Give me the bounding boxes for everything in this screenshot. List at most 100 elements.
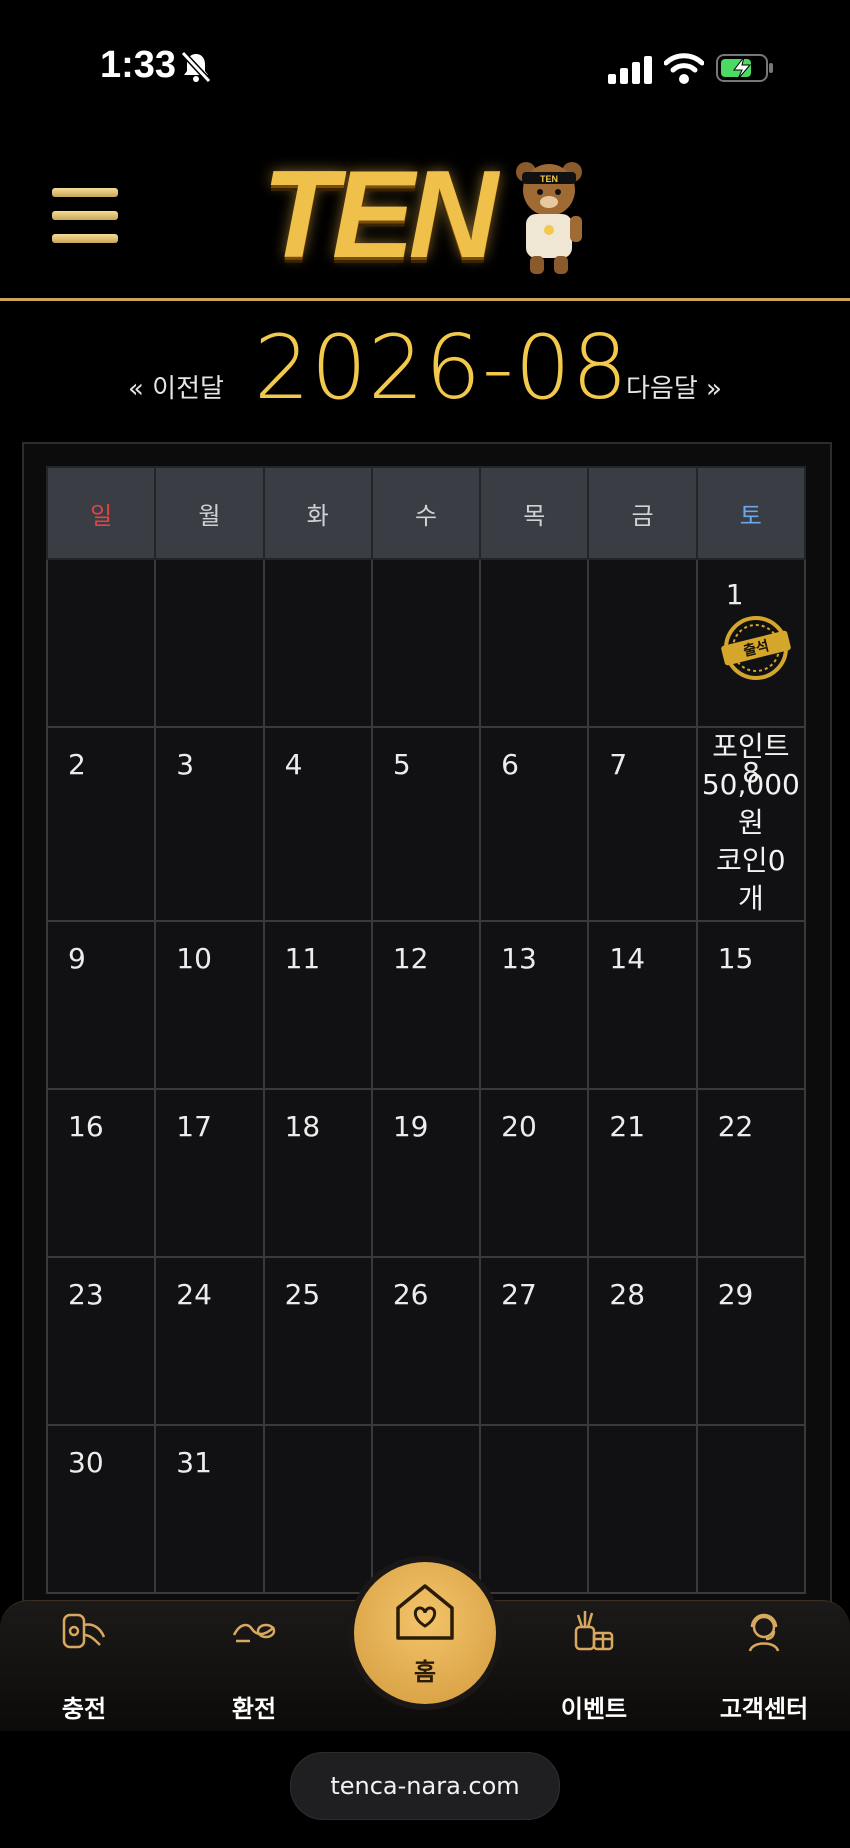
nav-home-button[interactable]: 홈 <box>354 1562 496 1704</box>
calendar-day-cell[interactable]: 23 <box>45 1256 157 1426</box>
calendar-day-cell[interactable]: 24 <box>154 1256 265 1426</box>
calendar-day-cell[interactable]: 12 <box>370 920 482 1090</box>
nav-support[interactable]: 고객센터 <box>704 1601 824 1731</box>
reward-line: 포인트 <box>712 730 790 763</box>
weekday-sun: 일 <box>45 466 157 560</box>
day-number: 12 <box>392 942 429 975</box>
day-number: 23 <box>68 1278 104 1311</box>
calendar-day-cell[interactable]: 15 <box>695 920 807 1090</box>
calendar-day-cell[interactable]: 14 <box>587 920 698 1090</box>
calendar-day-cell[interactable] <box>479 558 590 728</box>
day-number: 10 <box>176 942 212 975</box>
calendar-day-cell[interactable] <box>587 1424 698 1594</box>
day-number: 2 <box>68 748 86 781</box>
calendar-day-cell[interactable] <box>45 558 157 728</box>
weekday-mon: 월 <box>154 466 265 560</box>
calendar-day-cell[interactable] <box>587 558 698 728</box>
calendar-grid: 일 월 화 수 목 금 토 1 출석 2 3 4 5 6 7 8 포인트 50,… <box>45 466 807 1594</box>
calendar-day-cell[interactable]: 7 <box>587 726 698 922</box>
reward-line: 코인0 <box>716 844 786 877</box>
calendar-day-cell[interactable]: 2 <box>45 726 157 922</box>
calendar-week-row: 23 24 25 26 27 28 29 <box>45 1256 807 1426</box>
reward-line: 원 <box>737 806 764 839</box>
day-number: 27 <box>501 1278 537 1311</box>
day-number: 14 <box>609 942 646 975</box>
day-number: 16 <box>68 1110 104 1143</box>
battery-charging-icon <box>716 54 773 82</box>
ten-logo[interactable]: TEN TEN <box>262 150 592 280</box>
calendar-day-cell[interactable]: 22 <box>695 1088 807 1258</box>
calendar-day-cell[interactable]: 6 <box>479 726 590 922</box>
calendar-day-cell[interactable]: 10 <box>154 920 265 1090</box>
calendar-day-cell[interactable] <box>154 558 265 728</box>
calendar-day-cell[interactable]: 31 <box>154 1424 265 1594</box>
calendar-week-row: 1 출석 <box>45 558 807 728</box>
wifi-icon <box>664 53 704 84</box>
app-header: TEN TEN <box>0 130 850 301</box>
day-number: 31 <box>176 1446 212 1479</box>
nav-charge[interactable]: 충전 <box>24 1601 144 1731</box>
calendar-week-row: 2 3 4 5 6 7 8 포인트 50,000 원 코인0 개 <box>45 726 807 922</box>
attendance-stamp-icon: 출석 <box>720 616 791 680</box>
attendance-calendar: 일 월 화 수 목 금 토 1 출석 2 3 4 5 6 7 8 포인트 50,… <box>22 442 832 1606</box>
weekday-tue: 화 <box>262 466 373 560</box>
day-number: 6 <box>501 748 519 781</box>
calendar-day-cell[interactable]: 16 <box>45 1088 157 1258</box>
status-time: 1:33 <box>100 44 177 86</box>
calendar-day-cell[interactable]: 13 <box>479 920 590 1090</box>
calendar-day-cell[interactable]: 30 <box>45 1424 157 1594</box>
nav-exchange[interactable]: 환전 <box>194 1601 314 1731</box>
day-number: 24 <box>176 1278 212 1311</box>
calendar-day-cell[interactable] <box>262 1424 373 1594</box>
calendar-day-cell[interactable]: 27 <box>479 1256 590 1426</box>
calendar-day-cell[interactable] <box>479 1424 590 1594</box>
calendar-day-cell[interactable]: 18 <box>262 1088 373 1258</box>
weekday-header-row: 일 월 화 수 목 금 토 <box>45 466 807 560</box>
weekday-fri: 금 <box>587 466 698 560</box>
calendar-day-cell[interactable]: 9 <box>45 920 157 1090</box>
day-number: 30 <box>68 1446 104 1479</box>
reward-info: 포인트 50,000 원 코인0 개 <box>698 728 804 918</box>
calendar-day-cell[interactable]: 5 <box>370 726 482 922</box>
nav-event-label: 이벤트 <box>560 1695 628 1723</box>
calendar-day-cell[interactable] <box>370 558 482 728</box>
weekday-thu: 목 <box>479 466 590 560</box>
calendar-day-cell[interactable]: 19 <box>370 1088 482 1258</box>
day-number: 7 <box>609 748 628 781</box>
browser-url-bar[interactable]: tenca-nara.com <box>290 1752 560 1820</box>
calendar-day-cell[interactable]: 3 <box>154 726 265 922</box>
next-month-link[interactable]: 다음달 » <box>626 368 722 405</box>
calendar-day-cell[interactable]: 26 <box>370 1256 482 1426</box>
prev-month-link[interactable]: « 이전달 <box>128 368 224 405</box>
nav-event[interactable]: 이벤트 <box>534 1601 654 1731</box>
status-bar: 1:33 <box>0 0 850 130</box>
calendar-day-cell[interactable]: 11 <box>262 920 373 1090</box>
day-number: 13 <box>501 942 537 975</box>
day-number: 5 <box>392 748 411 781</box>
day-number: 20 <box>501 1110 537 1143</box>
calendar-day-cell[interactable]: 21 <box>587 1088 698 1258</box>
cellular-signal-icon <box>608 56 652 84</box>
nav-home-label: 홈 <box>413 1658 437 1686</box>
calendar-day-cell[interactable]: 17 <box>154 1088 265 1258</box>
day-number: 22 <box>717 1110 754 1143</box>
charge-icon <box>62 1613 106 1649</box>
calendar-day-cell-checked[interactable]: 1 출석 <box>695 558 807 728</box>
calendar-day-cell[interactable]: 29 <box>695 1256 807 1426</box>
calendar-day-cell[interactable] <box>695 1424 807 1594</box>
calendar-day-cell[interactable]: 4 <box>262 726 373 922</box>
calendar-day-cell[interactable] <box>262 558 373 728</box>
calendar-day-cell-reward[interactable]: 8 포인트 50,000 원 코인0 개 <box>695 726 807 922</box>
nav-charge-label: 충전 <box>61 1695 107 1723</box>
day-number: 4 <box>284 748 303 781</box>
weekday-sat: 토 <box>695 466 807 560</box>
day-number: 15 <box>717 942 754 975</box>
calendar-day-cell[interactable]: 25 <box>262 1256 373 1426</box>
day-number: 21 <box>609 1110 646 1143</box>
calendar-day-cell[interactable]: 28 <box>587 1256 698 1426</box>
month-navigation: « 이전달 2026-08 다음달 » <box>0 316 850 419</box>
calendar-day-cell[interactable]: 20 <box>479 1088 590 1258</box>
day-number: 29 <box>717 1278 754 1311</box>
reward-line: 50,000 <box>701 768 800 801</box>
menu-hamburger-icon[interactable] <box>52 188 118 244</box>
